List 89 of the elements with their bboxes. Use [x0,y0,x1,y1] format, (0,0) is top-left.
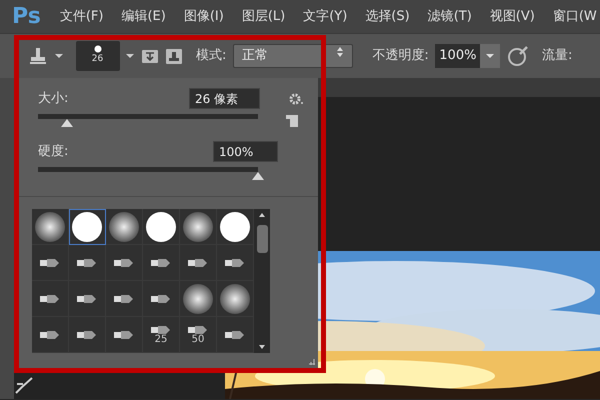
menu-item[interactable]: 图层(L) [232,6,294,26]
hardness-field[interactable]: 100% [213,141,278,162]
soft-brush-icon [183,212,213,242]
brush-tip-icon [188,258,208,268]
scroll-up-icon[interactable] [259,213,265,217]
scrollbar[interactable] [254,209,270,353]
menu-item[interactable]: 文件(F) [50,6,112,26]
gear-icon[interactable] [288,92,304,106]
brush-preset[interactable]: 50 [180,317,217,353]
menu-item[interactable]: 文字(Y) [294,6,356,26]
brush-preset[interactable] [180,209,217,245]
brush-tip-icon [225,330,245,340]
brush-tip-icon [40,294,60,304]
brush-tool-icon[interactable] [13,376,35,396]
brush-preset[interactable] [69,281,106,317]
menu-item[interactable]: 图像(I) [174,6,233,26]
opacity-label: 不透明度: [372,47,429,66]
brush-preset[interactable] [217,209,254,245]
brush-tip-icon [114,330,134,340]
brush-preset[interactable] [106,245,143,281]
soft-brush-icon [220,284,250,314]
brush-preset[interactable] [143,281,180,317]
caret-icon[interactable] [126,53,134,59]
airbrush-icon[interactable] [506,45,529,67]
size-label: 大小: [38,90,68,108]
menu-item[interactable]: 窗口(W [544,6,600,26]
brush-panel-icon[interactable] [140,47,158,65]
brush-preset[interactable] [143,209,180,245]
brush-tip-icon [151,258,171,268]
brush-tip-icon [40,258,60,268]
brush-preset[interactable] [180,245,217,281]
brush-tip-icon [94,45,102,54]
brush-tip-icon [40,330,60,340]
brush-preset[interactable] [69,317,106,353]
hard-brush-icon [220,212,250,242]
resize-grip-icon[interactable] [309,359,315,365]
brush-preset[interactable] [106,209,143,245]
app-logo: Ps [11,3,42,31]
brush-tip-icon [114,294,134,304]
slider-thumb[interactable] [60,119,73,127]
brush-tip-icon [77,258,97,268]
slider-thumb[interactable] [252,172,264,180]
brush-size-text: 25 [154,334,168,344]
brush-preset[interactable] [69,209,106,245]
opacity-field[interactable]: 100% [435,44,480,68]
caret-icon [486,53,494,59]
scroll-down-icon[interactable] [259,345,265,349]
soft-brush-icon [183,284,213,314]
brush-tip-icon [77,294,97,304]
brush-preset[interactable] [32,245,69,281]
brush-tip-icon [151,324,171,334]
brush-preset[interactable] [106,281,143,317]
updown-icon [336,45,344,59]
mode-select[interactable]: 正常 [232,44,353,68]
brush-preset[interactable] [69,245,106,281]
brush-size-text: 50 [192,334,204,344]
caret-icon[interactable] [54,53,62,59]
brush-preset[interactable] [143,245,180,281]
scroll-thumb[interactable] [256,225,268,253]
menu-item[interactable]: 编辑(E) [112,6,175,26]
hardness-label: 硬度: [38,142,68,161]
menu-item[interactable]: 选择(S) [356,6,419,26]
dropdown-button[interactable] [480,44,500,68]
menu-item[interactable]: 滤镜(T) [418,6,481,26]
brush-tip-icon [77,330,97,340]
hard-brush-icon [146,212,176,242]
mode-label: 模式: [196,47,226,66]
brush-size-text: 26 [92,53,104,66]
brush-tip-icon [188,324,208,334]
stamp-tool-icon[interactable] [28,46,48,66]
brush-preset[interactable] [106,317,143,353]
brush-tip-icon [114,258,134,268]
brush-preset[interactable] [180,281,217,317]
brush-preset[interactable]: 25 [143,317,180,353]
brush-tip-icon [151,294,171,304]
new-preset-icon[interactable] [286,115,298,127]
size-field[interactable]: 26 像素 [189,88,260,109]
brush-preset[interactable] [32,281,69,317]
brush-preset[interactable] [32,317,69,353]
brush-preset[interactable] [32,209,69,245]
brush-preset-button[interactable]: 26 [76,41,120,71]
clone-source-icon[interactable] [165,47,183,65]
menu-item[interactable]: 视图(V) [480,6,544,26]
brush-preset[interactable] [217,281,254,317]
soft-brush-icon [109,212,139,242]
hard-brush-icon [72,212,102,242]
brush-tip-icon [225,258,245,268]
flow-label: 流量: [542,47,572,66]
soft-brush-icon [35,212,65,242]
